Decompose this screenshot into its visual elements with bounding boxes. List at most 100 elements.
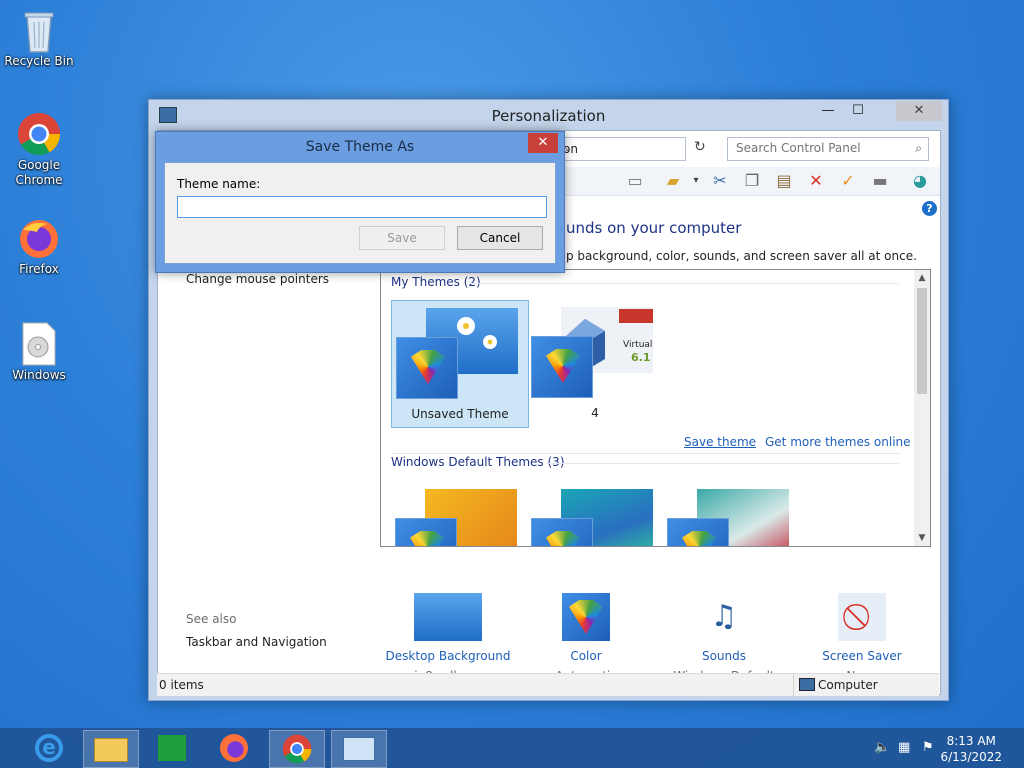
color-palette-thumbnail: [667, 518, 729, 546]
taskbar-navigation-link[interactable]: Taskbar and Navigation: [186, 635, 327, 649]
folder-options-icon[interactable]: ▰: [662, 171, 684, 191]
tile-title: Sounds: [701, 649, 747, 663]
theme-tile-lines-colors[interactable]: [527, 482, 663, 546]
properties-icon[interactable]: ▬: [869, 171, 891, 191]
color-palette-thumbnail: [395, 518, 457, 546]
save-button[interactable]: Save: [359, 226, 445, 250]
desktop-icon-label: Windows: [12, 368, 66, 382]
folder-icon: [94, 738, 128, 762]
taskbar-chrome[interactable]: [269, 730, 325, 768]
close-icon[interactable]: ✕: [528, 133, 558, 153]
scroll-up-icon[interactable]: ▲: [914, 273, 930, 283]
theme-tile-windows[interactable]: [391, 482, 527, 546]
tile-title: Color: [570, 649, 602, 663]
recycle-bin-icon: [17, 8, 61, 53]
theme-name-label: Theme name:: [177, 177, 261, 191]
desktop-background-tile[interactable]: Desktop Background win8wallpaper: [378, 593, 518, 683]
color-palette-thumbnail: [396, 337, 458, 399]
search-icon[interactable]: ⌕: [915, 141, 922, 156]
sounds-tile[interactable]: ♫ Sounds Windows Default: [654, 593, 794, 683]
theme-tile-flowers[interactable]: [663, 482, 799, 546]
theme-name: Unsaved Theme: [411, 407, 509, 421]
status-bar: 0 items Computer: [157, 673, 939, 696]
cut-icon[interactable]: ✂: [709, 171, 731, 191]
theme-tile-4[interactable]: VirtualBox6.1 4: [527, 300, 670, 426]
desktop-icon-recycle-bin[interactable]: Recycle Bin: [1, 8, 77, 69]
theme-tile-unsaved[interactable]: Unsaved Theme: [391, 300, 529, 428]
virtualbox-version: 6.1: [631, 351, 651, 364]
tile-title: Desktop Background: [385, 649, 511, 663]
control-panel-icon: [343, 737, 375, 761]
palette-fan-icon: [546, 531, 580, 546]
internet-explorer-icon: e: [35, 734, 63, 762]
clock-date: 6/13/2022: [940, 750, 1002, 764]
taskbar-control-panel[interactable]: [331, 730, 387, 768]
palette-fan-icon: [682, 531, 716, 546]
firefox-icon: [17, 216, 61, 260]
scrollbar-thumb[interactable]: [917, 288, 927, 394]
network-icon[interactable]: ▦: [898, 740, 910, 755]
firefox-icon: [220, 734, 248, 762]
palette-fan-icon: [546, 349, 580, 383]
paste-icon[interactable]: ▤: [773, 171, 795, 191]
taskbar: e 🔈 ▦ ⚑ 8:13 AM 6/13/2022: [0, 728, 1024, 768]
delete-icon[interactable]: ✕: [805, 171, 827, 191]
divider: [547, 463, 899, 464]
page-subheading: p background, color, sounds, and screen …: [566, 249, 917, 263]
minimize-button[interactable]: —: [814, 101, 842, 121]
close-button[interactable]: ✕: [896, 101, 942, 121]
cancel-button[interactable]: Cancel: [457, 226, 543, 250]
taskbar-firefox[interactable]: [207, 730, 261, 766]
desktop-icon-label: Google Chrome: [15, 158, 63, 187]
change-mouse-pointers-link[interactable]: Change mouse pointers: [186, 272, 329, 286]
location-text: Computer: [818, 678, 878, 692]
scroll-down-icon[interactable]: ▼: [914, 533, 930, 543]
refresh-icon[interactable]: ↻: [694, 139, 706, 155]
save-theme-link[interactable]: Save theme: [684, 435, 756, 449]
action-center-icon[interactable]: ⚑: [922, 740, 934, 755]
tile-title: Screen Saver: [822, 649, 902, 663]
item-count: 0 items: [159, 678, 204, 692]
desktop-icon-firefox[interactable]: Firefox: [1, 216, 77, 277]
clock[interactable]: 8:13 AM 6/13/2022: [940, 733, 1002, 765]
desktop-icon-label: Firefox: [19, 262, 59, 276]
volume-muted-icon[interactable]: 🔈: [874, 740, 890, 755]
taskbar-internet-explorer[interactable]: e: [22, 730, 76, 766]
sounds-icon: ♫: [710, 599, 738, 634]
desktop-background-icon: [414, 593, 482, 641]
dialog-body: Theme name: Save Cancel: [164, 162, 556, 264]
chevron-down-icon[interactable]: ▾: [685, 171, 707, 191]
palette-fan-icon: [569, 600, 603, 634]
computer-icon: [799, 678, 815, 691]
taskbar-store[interactable]: [145, 730, 199, 766]
disc-image-icon: [17, 322, 61, 366]
maximize-button[interactable]: ☐: [844, 101, 872, 121]
desktop-icon-google-chrome[interactable]: Google Chrome: [1, 112, 77, 188]
copy-icon[interactable]: ❐: [741, 171, 763, 191]
screen-saver-tile[interactable]: ⃠ Screen Saver None: [792, 593, 932, 683]
screen-saver-icon: ⃠: [838, 593, 886, 641]
checkmark-icon[interactable]: ✓: [837, 171, 859, 191]
search-box[interactable]: ⌕: [727, 137, 929, 161]
desktop-icon-windows[interactable]: Windows: [1, 322, 77, 383]
theme-list-scrollbar[interactable]: ▲ ▼: [914, 270, 930, 546]
save-theme-dialog: Save Theme As ✕ Theme name: Save Cancel: [155, 131, 565, 273]
divider: [391, 453, 901, 454]
address-bar[interactable]: on ⌄: [556, 137, 686, 161]
help-icon[interactable]: ?: [922, 201, 937, 216]
get-more-themes-link[interactable]: Get more themes online: [765, 435, 911, 449]
taskbar-file-explorer[interactable]: [83, 730, 139, 768]
shell-icon[interactable]: ◕: [909, 171, 931, 191]
theme-name-input[interactable]: [177, 196, 547, 218]
color-palette-thumbnail: [531, 518, 593, 546]
chrome-icon: [17, 112, 61, 156]
windows-default-themes-heading: Windows Default Themes (3): [391, 455, 565, 469]
clock-time: 8:13 AM: [946, 734, 996, 748]
chevron-down-icon[interactable]: ⌄: [563, 141, 681, 154]
virtualbox-text: VirtualBox: [623, 340, 653, 350]
layout-icon[interactable]: ▭: [624, 171, 646, 191]
color-tile[interactable]: Color Automatic: [516, 593, 656, 683]
palette-fan-icon: [410, 531, 444, 546]
search-input[interactable]: [728, 138, 906, 158]
palette-fan-icon: [411, 350, 445, 384]
